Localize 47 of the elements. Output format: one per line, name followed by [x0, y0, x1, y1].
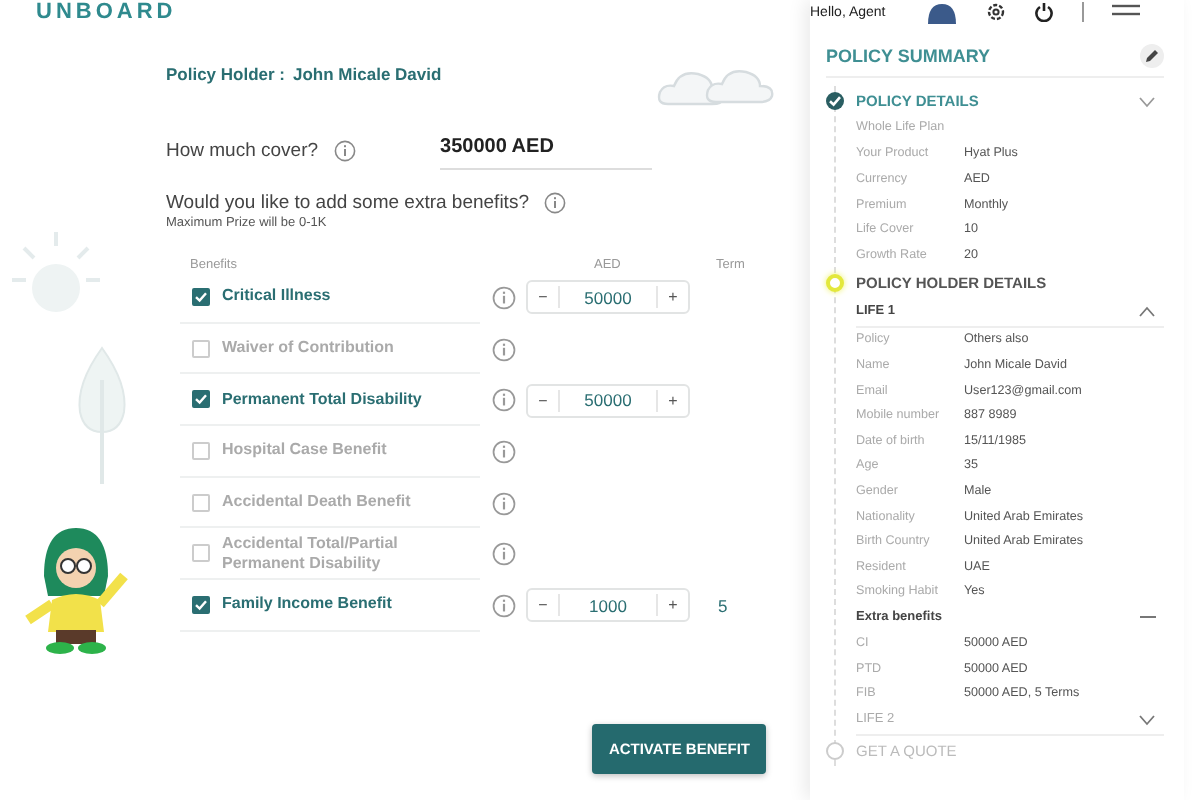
logo: UNBOARD [36, 0, 177, 24]
benefit-name: Hospital Case Benefit [222, 440, 387, 461]
info-icon[interactable] [492, 439, 516, 464]
info-icon[interactable] [492, 388, 516, 413]
amount-value: 50000 [582, 287, 634, 308]
increase-button[interactable]: + [656, 286, 688, 309]
cloud-drawing [704, 66, 776, 106]
chevron-down-icon[interactable] [1138, 95, 1156, 107]
decrease-button[interactable]: − [528, 594, 560, 617]
benefit-name: Permanent Total Disability [222, 389, 422, 410]
avatar-icon[interactable] [925, 0, 958, 24]
power-icon[interactable] [1033, 2, 1054, 22]
settings-icon[interactable] [985, 2, 1006, 22]
edit-button[interactable] [1140, 44, 1164, 68]
checkbox[interactable] [192, 390, 210, 409]
info-icon[interactable] [492, 542, 516, 567]
benefit-name: Critical Illness [222, 286, 331, 307]
amount-value: 50000 [582, 390, 634, 411]
cover-label: How much cover? [166, 140, 319, 162]
benefit-name: Family Income Benefit [222, 594, 392, 615]
info-icon[interactable] [544, 192, 567, 214]
info-icon[interactable] [492, 491, 516, 516]
pencil-icon [1144, 48, 1160, 64]
increase-button[interactable]: + [656, 389, 688, 412]
decrease-button[interactable]: − [528, 286, 560, 309]
checkbox[interactable] [192, 595, 210, 614]
amount-value: 1000 [587, 595, 629, 616]
benefit-name: Accidental Death Benefit [222, 492, 411, 513]
summary-title: POLICY SUMMARY [826, 46, 991, 66]
benefit-name: Waiver of Contribution [222, 338, 394, 359]
policy-holder-label: Policy Holder : [166, 64, 286, 84]
cover-amount-field[interactable]: 350000 AED [440, 132, 653, 170]
increase-button[interactable]: + [656, 594, 688, 617]
info-icon[interactable] [492, 285, 516, 310]
info-icon[interactable] [492, 337, 516, 362]
extra-benefits-question: Would you like to add some extra benefits? [166, 192, 529, 214]
chevron-icon [1138, 713, 1156, 726]
sun-drawing [8, 228, 104, 316]
term-value: 5 [718, 595, 728, 616]
decrease-button[interactable]: − [528, 389, 560, 412]
info-icon[interactable] [492, 593, 516, 618]
benefit-name: Accidental Total/Partial Permanent Disability [222, 533, 400, 574]
checkbox[interactable] [192, 287, 210, 306]
policy-holder-name: John Micale David [293, 64, 442, 84]
collapse-icon[interactable] [1140, 614, 1156, 621]
chevron-icon [1138, 305, 1156, 318]
info-icon[interactable] [334, 140, 357, 162]
